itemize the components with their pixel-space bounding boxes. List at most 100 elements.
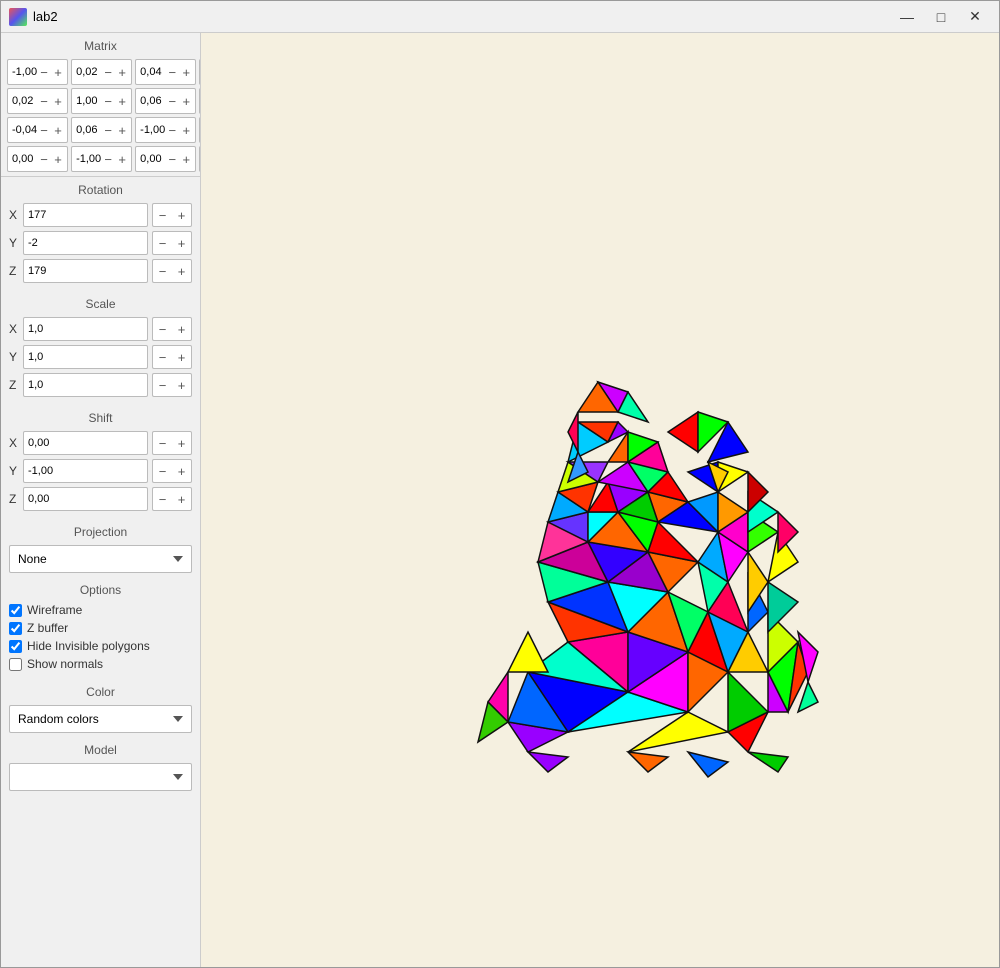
model-dropdown[interactable]	[9, 763, 192, 791]
matrix-value-3-2: 0,00	[138, 153, 165, 165]
matrix-minus-2-2[interactable]: −	[165, 120, 179, 140]
rotation-x-minus[interactable]: −	[152, 203, 172, 227]
matrix-cell-0-1: 0,02−+	[71, 59, 132, 85]
matrix-minus-1-0[interactable]: −	[37, 91, 51, 111]
projection-dropdown[interactable]: NonePerspectiveOrthographic	[9, 545, 192, 573]
main-viewport	[201, 33, 999, 967]
scale-y-minus[interactable]: −	[152, 345, 172, 369]
scale-y-plus[interactable]: +	[172, 345, 192, 369]
rotation-x-plus[interactable]: +	[172, 203, 192, 227]
matrix-plus-2-2[interactable]: +	[179, 120, 193, 140]
scale-section: Scale X − + Y − + Z − +	[1, 291, 200, 405]
matrix-cell-1-2: 0,06−+	[135, 88, 196, 114]
close-button[interactable]: ✕	[959, 5, 991, 29]
shift-z-row: Z − +	[9, 487, 192, 511]
color-section: Color Random colorsSolid colorGradient	[1, 679, 200, 737]
shift-x-label: X	[9, 436, 23, 450]
shift-x-input[interactable]	[23, 431, 148, 455]
minimize-button[interactable]: —	[891, 5, 923, 29]
title-bar: lab2 — □ ✕	[1, 1, 999, 33]
matrix-cell-2-0: -0,04−+	[7, 117, 68, 143]
zbuffer-label[interactable]: Z buffer	[27, 621, 68, 635]
matrix-plus-1-0[interactable]: +	[51, 91, 65, 111]
matrix-minus-1-1[interactable]: −	[101, 91, 115, 111]
matrix-plus-0-2[interactable]: +	[179, 62, 193, 82]
show-normals-checkbox[interactable]	[9, 658, 22, 671]
shift-x-row: X − +	[9, 431, 192, 455]
content-area: Matrix -1,00−+0,02−+0,04−+0,00−+0,02−+1,…	[1, 33, 999, 967]
rotation-x-input[interactable]	[23, 203, 148, 227]
matrix-value-3-1: -1,00	[74, 153, 101, 165]
matrix-minus-0-1[interactable]: −	[101, 62, 115, 82]
scale-z-minus[interactable]: −	[152, 373, 172, 397]
matrix-cell-0-2: 0,04−+	[135, 59, 196, 85]
rotation-y-plus[interactable]: +	[172, 231, 192, 255]
scale-x-row: X − +	[9, 317, 192, 341]
rotation-z-label: Z	[9, 264, 23, 278]
scale-x-minus[interactable]: −	[152, 317, 172, 341]
matrix-plus-1-1[interactable]: +	[115, 91, 129, 111]
matrix-value-2-2: -1,00	[138, 124, 165, 136]
matrix-value-2-0: -0,04	[10, 124, 37, 136]
window-controls: — □ ✕	[891, 5, 991, 29]
scale-z-row: Z − +	[9, 373, 192, 397]
maximize-button[interactable]: □	[925, 5, 957, 29]
shift-x-plus[interactable]: +	[172, 431, 192, 455]
shift-z-minus[interactable]: −	[152, 487, 172, 511]
matrix-title: Matrix	[7, 37, 194, 55]
sidebar: Matrix -1,00−+0,02−+0,04−+0,00−+0,02−+1,…	[1, 33, 201, 967]
matrix-minus-3-0[interactable]: −	[37, 149, 51, 169]
rotation-y-input[interactable]	[23, 231, 148, 255]
color-dropdown-wrapper: Random colorsSolid colorGradient	[9, 705, 192, 733]
matrix-value-1-1: 1,00	[74, 95, 101, 107]
matrix-plus-0-1[interactable]: +	[115, 62, 129, 82]
matrix-minus-3-2[interactable]: −	[165, 149, 179, 169]
scale-z-input[interactable]	[23, 373, 148, 397]
rotation-section: Rotation X − + Y − + Z − +	[1, 177, 200, 291]
matrix-minus-1-2[interactable]: −	[165, 91, 179, 111]
matrix-plus-2-0[interactable]: +	[51, 120, 65, 140]
rotation-z-minus[interactable]: −	[152, 259, 172, 283]
shift-z-plus[interactable]: +	[172, 487, 192, 511]
matrix-plus-3-1[interactable]: +	[115, 149, 129, 169]
matrix-cell-3-1: -1,00−+	[71, 146, 132, 172]
matrix-minus-0-0[interactable]: −	[37, 62, 51, 82]
hide-invisible-label[interactable]: Hide Invisible polygons	[27, 639, 150, 653]
wireframe-label[interactable]: Wireframe	[27, 603, 82, 617]
matrix-plus-1-2[interactable]: +	[179, 91, 193, 111]
hide-invisible-checkbox[interactable]	[9, 640, 22, 653]
show-normals-label[interactable]: Show normals	[27, 657, 103, 671]
matrix-plus-2-1[interactable]: +	[115, 120, 129, 140]
scale-x-input[interactable]	[23, 317, 148, 341]
scale-y-label: Y	[9, 350, 23, 364]
scale-x-plus[interactable]: +	[172, 317, 192, 341]
rotation-title: Rotation	[9, 181, 192, 199]
rotation-z-input[interactable]	[23, 259, 148, 283]
matrix-minus-2-0[interactable]: −	[37, 120, 51, 140]
scale-y-input[interactable]	[23, 345, 148, 369]
shift-y-plus[interactable]: +	[172, 459, 192, 483]
matrix-cell-2-1: 0,06−+	[71, 117, 132, 143]
scale-x-label: X	[9, 322, 23, 336]
matrix-minus-2-1[interactable]: −	[101, 120, 115, 140]
shift-y-minus[interactable]: −	[152, 459, 172, 483]
show-normals-row: Show normals	[9, 657, 192, 671]
matrix-minus-0-2[interactable]: −	[165, 62, 179, 82]
rotation-z-plus[interactable]: +	[172, 259, 192, 283]
matrix-section: Matrix -1,00−+0,02−+0,04−+0,00−+0,02−+1,…	[1, 33, 200, 177]
matrix-plus-0-0[interactable]: +	[51, 62, 65, 82]
shift-z-input[interactable]	[23, 487, 148, 511]
matrix-minus-3-1[interactable]: −	[101, 149, 115, 169]
rotation-y-minus[interactable]: −	[152, 231, 172, 255]
matrix-plus-3-0[interactable]: +	[51, 149, 65, 169]
hide-invisible-row: Hide Invisible polygons	[9, 639, 192, 653]
shift-y-input[interactable]	[23, 459, 148, 483]
zbuffer-checkbox[interactable]	[9, 622, 22, 635]
wireframe-checkbox[interactable]	[9, 604, 22, 617]
scale-title: Scale	[9, 295, 192, 313]
color-dropdown[interactable]: Random colorsSolid colorGradient	[9, 705, 192, 733]
shift-x-minus[interactable]: −	[152, 431, 172, 455]
rotation-y-label: Y	[9, 236, 23, 250]
scale-z-plus[interactable]: +	[172, 373, 192, 397]
matrix-plus-3-2[interactable]: +	[179, 149, 193, 169]
